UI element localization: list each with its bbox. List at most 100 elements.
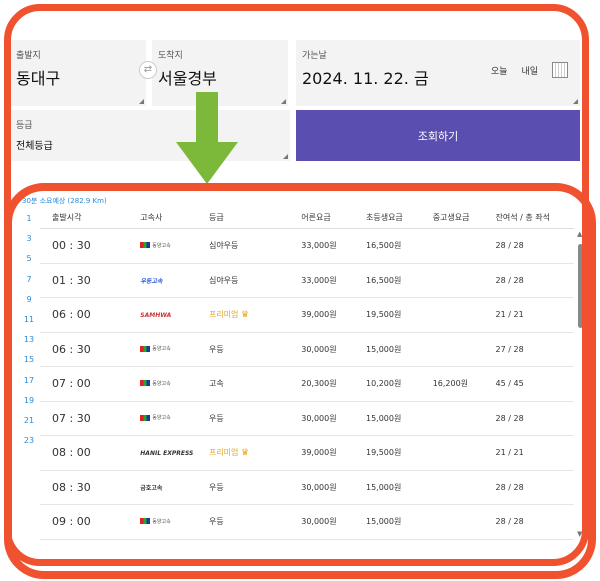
child-fare: 15,000원 bbox=[365, 482, 402, 492]
grade-text: 프리미엄 bbox=[208, 310, 239, 320]
seat-count: 28 / 28 bbox=[495, 275, 524, 285]
company-logo: SAMHWA bbox=[140, 312, 172, 320]
seat-count: 28 / 28 bbox=[495, 482, 524, 492]
table-row[interactable]: 08 : 00 HANIL EXPRESS 프리미엄 ♛ 39,000원 19,500원… bbox=[40, 436, 574, 471]
departure-time: 01 : 30 bbox=[52, 273, 91, 287]
scroll-thumb[interactable] bbox=[578, 244, 583, 328]
header-adult: 어른요금 bbox=[301, 212, 331, 222]
corner-triangle-icon bbox=[139, 99, 144, 104]
page-number[interactable]: 5 bbox=[20, 254, 38, 274]
swap-icon[interactable]: ⇄ bbox=[139, 61, 157, 79]
crown-icon: ♛ bbox=[240, 310, 250, 321]
adult-fare: 20,300원 bbox=[301, 379, 337, 389]
header-company: 고속사 bbox=[140, 212, 163, 222]
scroll-up-icon[interactable]: ▲ bbox=[577, 230, 582, 238]
scrollbar[interactable]: ▲ ▼ bbox=[577, 230, 584, 538]
company-logo: 금호고속 bbox=[140, 484, 163, 492]
child-fare: 15,000원 bbox=[365, 344, 402, 354]
grade-text: 고속 bbox=[208, 379, 224, 389]
page-number[interactable]: 13 bbox=[20, 335, 38, 355]
table-row[interactable]: 01 : 30 우등고속 심야우등 33,000원 16,500원 28 / 28 bbox=[40, 264, 574, 298]
child-fare: 19,500원 bbox=[365, 448, 402, 458]
company-logo: 동양고속 bbox=[140, 518, 171, 525]
tomorrow-button[interactable]: 내일 bbox=[521, 64, 538, 77]
departure-time: 00 : 30 bbox=[52, 239, 91, 253]
header-seats: 잔여석 / 총 좌석 bbox=[495, 212, 550, 222]
child-fare: 19,500원 bbox=[365, 310, 402, 320]
date-field[interactable]: 가는날 2024. 11. 22. 금 오늘 내일 bbox=[296, 40, 580, 106]
departure-time: 08 : 30 bbox=[52, 480, 91, 494]
company-logo: 동양고속 bbox=[140, 380, 171, 387]
table-row[interactable]: 06 : 00 SAMHWA 프리미엄 ♛ 39,000원 19,500원 21 / 21 bbox=[40, 298, 574, 333]
table-row[interactable]: 07 : 30 동양고속 우등 30,000원 15,000원 28 / 28 bbox=[40, 402, 574, 436]
departure-time: 06 : 30 bbox=[52, 342, 91, 356]
page-number[interactable]: 15 bbox=[20, 355, 38, 375]
adult-fare: 39,000원 bbox=[301, 448, 337, 458]
page-number[interactable]: 21 bbox=[20, 416, 38, 436]
company-logo: HANIL EXPRESS bbox=[140, 450, 194, 458]
corner-triangle-icon bbox=[281, 99, 286, 104]
scroll-down-icon[interactable]: ▼ bbox=[577, 530, 582, 538]
calendar-icon[interactable] bbox=[552, 62, 568, 78]
page-number[interactable]: 17 bbox=[20, 376, 38, 396]
departure-label: 출발지 bbox=[16, 51, 41, 61]
child-fare: 15,000원 bbox=[365, 413, 402, 423]
page-number[interactable]: 11 bbox=[20, 315, 38, 335]
arrival-value: 서울경부 bbox=[158, 69, 217, 88]
page-number[interactable]: 9 bbox=[20, 295, 38, 315]
header-mid: 중고생요금 bbox=[432, 212, 470, 222]
table-row[interactable]: 08 : 30 금호고속 우등 30,000원 15,000원 28 / 28 bbox=[40, 471, 574, 505]
child-fare: 10,200원 bbox=[365, 379, 402, 389]
header-grade: 등급 bbox=[208, 212, 224, 222]
page-number[interactable]: 1 bbox=[20, 214, 38, 234]
grade-field[interactable]: 등급 전체등급 bbox=[10, 110, 290, 161]
search-button[interactable]: 조회하기 bbox=[296, 110, 580, 161]
grade-text: 심야우등 bbox=[208, 275, 239, 285]
table-row[interactable]: 09 : 00 동양고속 우등 30,000원 15,000원 28 / 28 bbox=[40, 505, 574, 540]
dongyang-logo-icon bbox=[140, 380, 151, 387]
seat-count: 45 / 45 bbox=[495, 379, 524, 389]
dongyang-logo-icon bbox=[140, 345, 151, 352]
grade-text: 우등 bbox=[208, 344, 224, 354]
child-fare: 16,500원 bbox=[365, 241, 402, 251]
page-number[interactable]: 19 bbox=[20, 396, 38, 416]
grade-text: 프리미엄 bbox=[208, 448, 239, 458]
page-index: 1 3 5 7 9 11 13 15 17 19 21 23 bbox=[20, 214, 38, 456]
page-number[interactable]: 3 bbox=[20, 234, 38, 254]
arrival-label: 도착지 bbox=[158, 51, 183, 61]
seat-count: 28 / 28 bbox=[495, 241, 524, 251]
dongyang-logo-icon bbox=[140, 414, 151, 421]
departure-time: 08 : 00 bbox=[52, 446, 91, 460]
departure-time: 06 : 00 bbox=[52, 308, 91, 322]
departure-field[interactable]: 출발지 동대구 bbox=[10, 40, 146, 106]
today-button[interactable]: 오늘 bbox=[491, 64, 508, 77]
adult-fare: 33,000원 bbox=[301, 275, 337, 285]
page-number[interactable]: 7 bbox=[20, 275, 38, 295]
seat-count: 28 / 28 bbox=[495, 413, 524, 423]
adult-fare: 30,000원 bbox=[301, 517, 337, 527]
header-kid: 초등생요금 bbox=[365, 212, 403, 222]
crown-icon: ♛ bbox=[240, 448, 250, 459]
seat-count: 27 / 28 bbox=[495, 344, 524, 354]
header-time: 출발시각 bbox=[52, 212, 82, 222]
table-row[interactable]: 06 : 30 동양고속 우등 30,000원 15,000원 27 / 28 bbox=[40, 333, 574, 367]
adult-fare: 39,000원 bbox=[301, 310, 337, 320]
corner-triangle-icon bbox=[283, 154, 288, 159]
adult-fare: 33,000원 bbox=[301, 241, 337, 251]
corner-triangle-icon bbox=[573, 99, 578, 104]
table-header: 출발시각 고속사 등급 어른요금 초등생요금 중고생요금 잔여석 / 총 좌석 bbox=[40, 206, 574, 229]
table-row[interactable]: 00 : 30 동양고속 심야우등 33,000원 16,500원 28 / 28 bbox=[40, 229, 574, 264]
table-row[interactable]: 07 : 00 동양고속 고속 20,300원 10,200원 16,200원 45 / 4… bbox=[40, 367, 574, 402]
company-logo: 동양고속 bbox=[140, 345, 171, 352]
grade-value: 전체등급 bbox=[16, 141, 53, 152]
departure-time: 09 : 00 bbox=[52, 515, 91, 529]
seat-count: 28 / 28 bbox=[495, 517, 524, 527]
seat-count: 21 / 21 bbox=[495, 448, 524, 458]
seat-count: 21 / 21 bbox=[495, 310, 524, 320]
company-logo: 동양고속 bbox=[140, 242, 171, 249]
page-number[interactable]: 23 bbox=[20, 436, 38, 456]
departure-time: 07 : 30 bbox=[52, 411, 91, 425]
child-fare: 15,000원 bbox=[365, 517, 402, 527]
adult-fare: 30,000원 bbox=[301, 413, 337, 423]
grade-text: 심야우등 bbox=[208, 241, 239, 251]
